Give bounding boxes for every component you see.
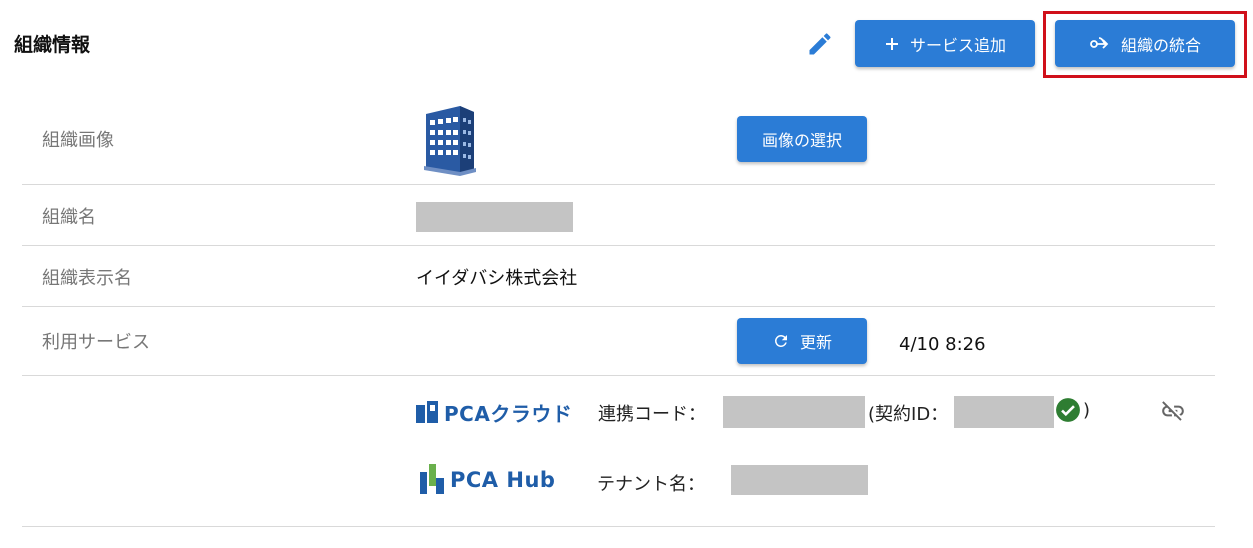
link-code-label: 連携コード：	[598, 404, 706, 425]
refresh-button[interactable]: 更新	[737, 318, 867, 364]
pca-cloud-logo: PCAクラウド	[416, 398, 572, 427]
merge-org-button[interactable]: 組織の統合	[1055, 20, 1235, 67]
check-circle-icon	[1055, 397, 1081, 427]
merge-org-label: 組織の統合	[1120, 35, 1201, 55]
refresh-icon	[772, 332, 790, 350]
pca-hub-logo-icon-icon	[420, 464, 444, 494]
org-name-value-redacted	[416, 202, 573, 232]
org-display-name-value: イイダバシ株式会社	[416, 268, 578, 289]
page-title: 組織情報	[14, 34, 91, 56]
divider	[22, 245, 1215, 246]
contract-id-label: (契約ID：	[868, 404, 949, 425]
updated-time: 4/10 8:26	[899, 334, 986, 355]
plus-icon	[884, 36, 900, 52]
pencil-icon[interactable]	[806, 30, 834, 58]
select-image-label: 画像の選択	[761, 131, 842, 150]
divider	[22, 184, 1215, 185]
org-name-label: 組織名	[42, 207, 96, 228]
link-code-value-redacted	[723, 396, 865, 428]
select-image-button[interactable]: 画像の選択	[737, 116, 867, 162]
org-display-name-label: 組織表示名	[42, 268, 132, 289]
add-service-button[interactable]: サービス追加	[855, 20, 1035, 67]
refresh-label: 更新	[799, 333, 832, 352]
contract-id-close: )	[1083, 400, 1091, 421]
divider	[22, 375, 1215, 376]
services-label: 利用サービス	[42, 332, 150, 353]
divider	[22, 306, 1215, 307]
pca-cloud-logo-icon-icon	[416, 400, 438, 423]
pca-hub-logo: PCA Hub	[420, 464, 555, 496]
unlink-icon[interactable]	[1160, 398, 1186, 428]
merge-icon	[1089, 35, 1111, 53]
tenant-name-label: テナント名：	[597, 474, 705, 495]
contract-id-value-redacted	[954, 396, 1054, 428]
building-icon	[420, 104, 480, 180]
tenant-name-value-redacted	[731, 465, 868, 495]
org-image-label: 組織画像	[42, 130, 114, 151]
divider	[22, 526, 1215, 527]
add-service-label: サービス追加	[909, 35, 1006, 55]
